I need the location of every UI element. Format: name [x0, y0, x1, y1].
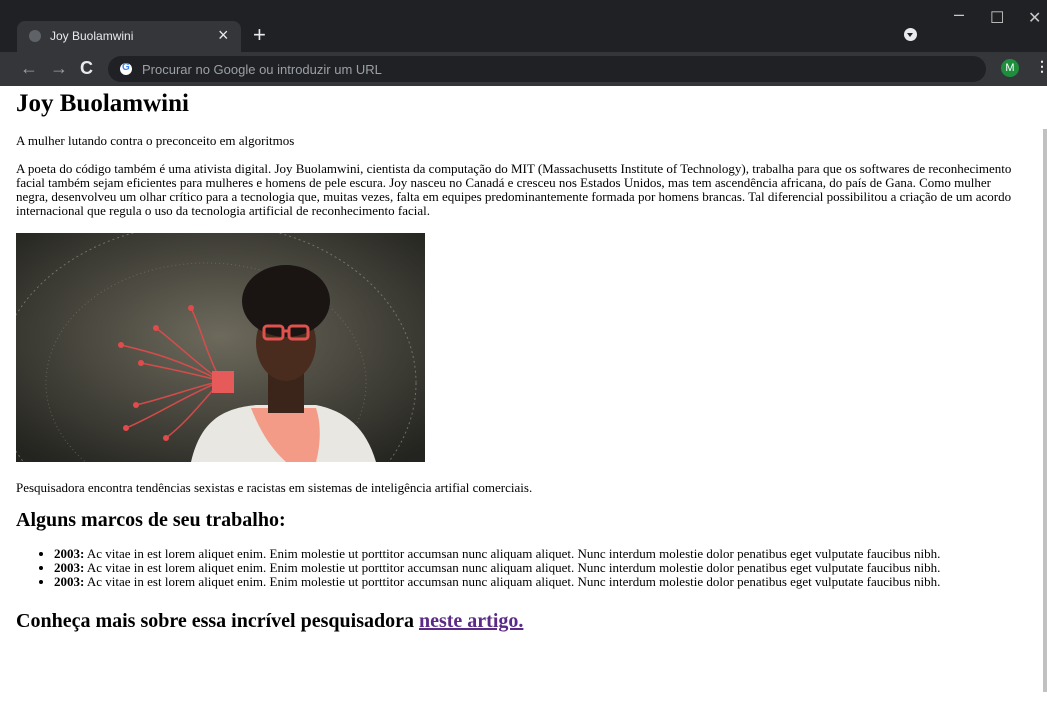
milestone-text: Ac vitae in est lorem aliquet enim. Enim… [84, 546, 941, 561]
milestone-year: 2003: [54, 546, 85, 561]
list-item: 2003: Ac vitae in est lorem aliquet enim… [54, 561, 1026, 575]
forward-button[interactable]: → [50, 58, 68, 79]
article-link[interactable]: neste artigo. [419, 610, 523, 632]
page-content: Joy Buolamwini A mulher lutando contra o… [16, 86, 1026, 719]
address-bar[interactable] [108, 56, 986, 82]
browser-tab[interactable]: Joy Buolamwini × [17, 21, 241, 52]
learn-more-heading: Conheça mais sobre essa incrível pesquis… [16, 610, 1026, 632]
reload-button[interactable]: C [80, 58, 93, 79]
milestone-text: Ac vitae in est lorem aliquet enim. Enim… [84, 560, 941, 575]
milestone-text: Ac vitae in est lorem aliquet enim. Enim… [84, 574, 941, 589]
back-button[interactable]: ← [20, 58, 38, 79]
minimize-button[interactable]: – [954, 4, 964, 25]
profile-avatar[interactable]: M [1001, 59, 1019, 77]
list-item: 2003: Ac vitae in est lorem aliquet enim… [54, 575, 1026, 589]
hero-illustration [16, 233, 425, 462]
close-window-button[interactable]: ✕ [1028, 8, 1041, 28]
intro-paragraph: A poeta do código também é uma ativista … [16, 161, 1012, 218]
tab-close-button[interactable]: × [218, 25, 229, 46]
milestone-year: 2003: [54, 574, 85, 589]
google-icon [120, 62, 132, 75]
list-item: 2003: Ac vitae in est lorem aliquet enim… [54, 547, 1026, 561]
new-tab-button[interactable]: + [253, 22, 266, 48]
tab-search-icon[interactable] [904, 28, 917, 41]
hero-image [16, 233, 425, 462]
maximize-button[interactable]: ☐ [990, 8, 1004, 28]
milestones-list: 2003: Ac vitae in est lorem aliquet enim… [16, 547, 1026, 589]
page-title: Joy Buolamwini [16, 90, 189, 117]
page-scrollbar[interactable] [1043, 129, 1047, 692]
milestone-year: 2003: [54, 560, 85, 575]
image-caption: Pesquisadora encontra tendências sexista… [16, 480, 533, 495]
tab-title: Joy Buolamwini [50, 29, 134, 43]
globe-icon [29, 30, 41, 42]
milestones-heading: Alguns marcos de seu trabalho: [16, 509, 286, 531]
learn-more-text: Conheça mais sobre essa incrível pesquis… [16, 610, 419, 632]
page-subtitle: A mulher lutando contra o preconceito em… [16, 133, 295, 148]
browser-tab-bar: Joy Buolamwini × + – ☐ ✕ [0, 0, 1047, 52]
address-input[interactable] [142, 56, 972, 82]
browser-menu-icon[interactable]: ⋮ [1035, 58, 1047, 75]
